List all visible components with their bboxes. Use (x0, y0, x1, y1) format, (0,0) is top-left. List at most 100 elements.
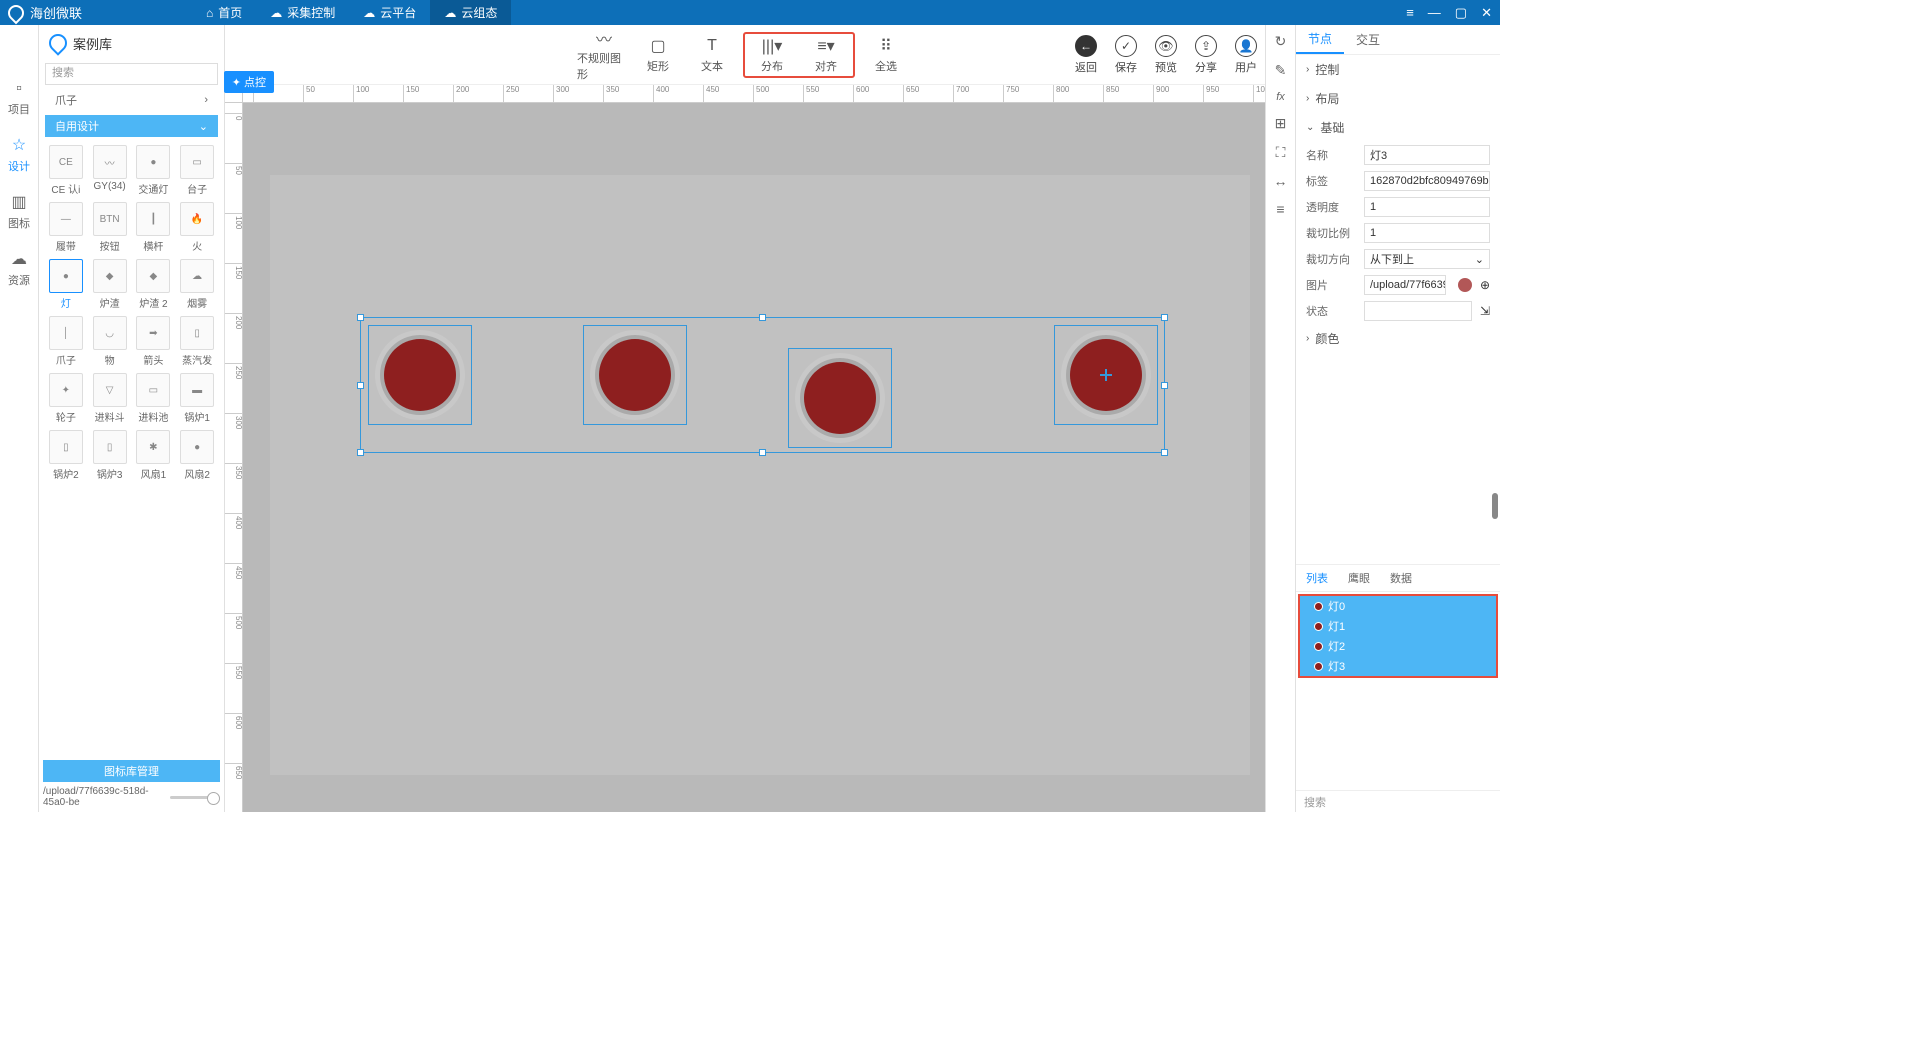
target-icon[interactable]: ⊕ (1480, 278, 1490, 292)
component-item[interactable]: ◆炉渣 (89, 257, 131, 312)
component-item[interactable]: ▯锅炉3 (89, 428, 131, 483)
tool-rect[interactable]: ▢矩形 (631, 36, 685, 74)
tr-保存[interactable]: ✓保存 (1115, 35, 1137, 75)
refresh-icon[interactable]: ↻ (1275, 33, 1287, 50)
nav-home[interactable]: ⌂ 首页 (192, 0, 256, 25)
menu-icon[interactable]: ≡ (1406, 5, 1414, 21)
toolbar: 〰不规则图形 ▢矩形 T文本 |||▾分布 ≡▾对齐 ⠿全选 ←返回 ✓保存 👁预览… (225, 25, 1265, 85)
prop-cropdir-select[interactable]: 从下到上⌄ (1364, 249, 1490, 269)
section-color[interactable]: ›颜色 (1296, 324, 1500, 353)
library-title: 案例库 (73, 34, 112, 53)
component-label: 蒸汽发 (182, 352, 212, 367)
component-item[interactable]: ☁烟雾 (176, 257, 218, 312)
prop-state-input[interactable] (1364, 301, 1472, 321)
tr-预览[interactable]: 👁预览 (1155, 35, 1177, 75)
grid-icon[interactable]: ⊞ (1275, 115, 1287, 132)
rail-project[interactable]: ▫项目 (8, 80, 30, 117)
component-item[interactable]: ▯蒸汽发 (176, 314, 218, 369)
component-item[interactable]: ✱风扇1 (133, 428, 175, 483)
color-swatch[interactable] (1458, 278, 1472, 292)
prop-cropratio-input[interactable]: 1 (1364, 223, 1490, 243)
component-item[interactable]: BTN按钮 (89, 200, 131, 255)
tab-node[interactable]: 节点 (1296, 25, 1344, 54)
component-item[interactable]: ●灯 (45, 257, 87, 312)
component-item[interactable]: ▬锅炉1 (176, 371, 218, 426)
component-label: 轮子 (56, 409, 76, 424)
component-item[interactable]: │爪子 (45, 314, 87, 369)
component-item[interactable]: 〰GY(34) (89, 143, 131, 198)
prop-image-input[interactable]: /upload/77f6639c-518 (1364, 275, 1446, 295)
width-icon[interactable]: ↔ (1274, 173, 1288, 189)
accordion-custom[interactable]: 自用设计⌄ (45, 115, 218, 137)
chevron-right-icon: › (1306, 64, 1309, 75)
nav-platform[interactable]: ☁ 云平台 (349, 0, 430, 25)
prop-tag-input[interactable]: 162870d2bfc80949769b6f88c4 (1364, 171, 1490, 191)
component-label: CE 认i (51, 181, 80, 196)
tab-eagle[interactable]: 鹰眼 (1338, 565, 1380, 591)
layer-item[interactable]: 灯0 (1300, 596, 1496, 616)
component-item[interactable]: ▭进料池 (133, 371, 175, 426)
fx-icon[interactable]: fx (1276, 91, 1285, 103)
rail-design[interactable]: ☆设计 (8, 135, 30, 174)
tool-distribute[interactable]: |||▾分布 (745, 36, 799, 74)
tab-list[interactable]: 列表 (1296, 565, 1338, 591)
tr-分享[interactable]: ⇪分享 (1195, 35, 1217, 75)
pen-icon[interactable]: ✎ (1275, 62, 1287, 79)
component-item[interactable]: ◆炉渣 2 (133, 257, 175, 312)
tab-data[interactable]: 数据 (1380, 565, 1422, 591)
chevron-down-icon: ⌄ (1475, 253, 1484, 266)
prop-opacity-input[interactable]: 1 (1364, 197, 1490, 217)
property-tabs: 节点 交互 (1296, 25, 1500, 55)
zoom-slider[interactable] (170, 796, 220, 799)
component-item[interactable]: —履带 (45, 200, 87, 255)
component-item[interactable]: ▭台子 (176, 143, 218, 198)
minimize-icon[interactable]: — (1428, 5, 1441, 21)
bottom-search[interactable]: 搜索 (1296, 790, 1500, 812)
component-item[interactable]: CECE 认i (45, 143, 87, 198)
component-item[interactable]: ✦轮子 (45, 371, 87, 426)
section-layout[interactable]: ›布局 (1296, 84, 1500, 113)
layer-item[interactable]: 灯2 (1300, 636, 1496, 656)
component-label: 炉渣 2 (139, 295, 167, 310)
layer-item[interactable]: 灯1 (1300, 616, 1496, 636)
tr-用户[interactable]: 👤用户 (1235, 35, 1257, 75)
list-icon[interactable]: ≡ (1276, 201, 1284, 217)
tool-selectall[interactable]: ⠿全选 (859, 36, 913, 74)
layer-dot-icon (1314, 662, 1323, 671)
library-search[interactable]: 搜索 (45, 63, 218, 85)
rail-resource[interactable]: ☁资源 (8, 249, 30, 288)
point-control-tag[interactable]: ✦ 点控 (224, 71, 274, 93)
tool-text[interactable]: T文本 (685, 36, 739, 74)
nav-config[interactable]: ☁ 云组态 (430, 0, 511, 25)
component-item[interactable]: ◡物 (89, 314, 131, 369)
section-basic[interactable]: ⌄基础 (1296, 113, 1500, 142)
canvas[interactable]: 0501001502002503003504004505005506006507… (225, 85, 1265, 812)
link-icon[interactable]: ⇲ (1480, 304, 1490, 318)
component-item[interactable]: ●风扇2 (176, 428, 218, 483)
component-item[interactable]: ➡箭头 (133, 314, 175, 369)
layer-item[interactable]: 灯3 (1300, 656, 1496, 676)
tool-align[interactable]: ≡▾对齐 (799, 36, 853, 74)
prop-name-input[interactable]: 灯3 (1364, 145, 1490, 165)
tab-interact[interactable]: 交互 (1344, 25, 1392, 54)
icon-lib-manage-button[interactable]: 图标库管理 (43, 760, 220, 782)
rail-icon[interactable]: ▥图标 (8, 192, 30, 231)
tr-返回[interactable]: ←返回 (1075, 35, 1097, 75)
expand-icon[interactable]: ⛶ (1276, 144, 1286, 161)
component-item[interactable]: 🔥火 (176, 200, 218, 255)
text-icon: T (707, 36, 717, 56)
component-item[interactable]: ▽进料斗 (89, 371, 131, 426)
tool-irregular[interactable]: 〰不规则图形 (577, 28, 631, 82)
maximize-icon[interactable]: ▢ (1455, 5, 1467, 21)
chevron-down-icon: ⌄ (1306, 122, 1314, 133)
section-control[interactable]: ›控制 (1296, 55, 1500, 84)
component-item[interactable]: ┃横杆 (133, 200, 175, 255)
close-icon[interactable]: ✕ (1481, 5, 1492, 21)
nav-collect[interactable]: ☁ 采集控制 (256, 0, 349, 25)
component-item[interactable]: ▯锅炉2 (45, 428, 87, 483)
artboard[interactable] (270, 175, 1250, 775)
align-icon: ≡▾ (817, 36, 834, 56)
mini-scrollbar[interactable] (1492, 493, 1498, 519)
accordion-claw[interactable]: 爪子› (45, 89, 218, 111)
component-item[interactable]: ●交通灯 (133, 143, 175, 198)
